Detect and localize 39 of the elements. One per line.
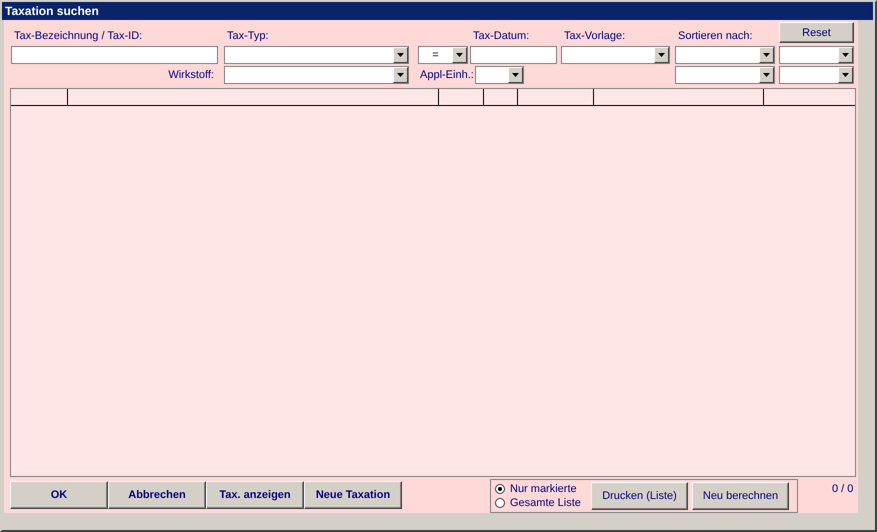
field-label: Wirkstoff: <box>168 69 215 81</box>
action-button[interactable]: Neue Taxation <box>304 481 402 509</box>
caret-icon <box>763 73 770 77</box>
field-label: Tax-Bezeichnung / Tax-ID: <box>13 30 142 42</box>
combo-box[interactable]: = <box>418 46 468 64</box>
print-button[interactable]: Drucken (Liste) <box>591 482 688 510</box>
field-label: Appl-Einh.: <box>420 69 475 81</box>
action-button[interactable]: Abbrechen <box>108 481 206 509</box>
operator-value: = <box>431 48 440 63</box>
field-label: Tax-Datum: <box>472 30 530 42</box>
combo-box[interactable] <box>675 66 775 84</box>
caret-icon <box>842 53 849 57</box>
caret-icon <box>397 53 404 57</box>
combo-box[interactable] <box>779 66 854 84</box>
action-button[interactable]: Tax. anzeigen <box>206 481 304 509</box>
caret-icon <box>397 73 404 77</box>
record-counter: 0 / 0 <box>832 483 854 495</box>
radio-label: Nur markierte <box>510 483 577 495</box>
radio-button[interactable] <box>495 484 505 494</box>
radio-label: Gesamte Liste <box>510 497 581 509</box>
caret-icon <box>456 53 463 57</box>
field-label: Tax-Typ: <box>226 30 269 42</box>
search-field[interactable] <box>11 46 218 64</box>
caret-icon <box>658 53 665 57</box>
combo-box[interactable] <box>475 66 524 84</box>
field-label: Sortieren nach: <box>677 30 753 42</box>
reset-button[interactable]: Reset <box>779 22 854 43</box>
combo-box[interactable] <box>675 46 775 64</box>
combo-box[interactable] <box>561 46 670 64</box>
combo-box[interactable] <box>779 46 854 64</box>
field-label: Tax-Vorlage: <box>563 30 626 42</box>
window-title: Taxation suchen <box>5 4 99 18</box>
print-button[interactable]: Neu berechnen <box>692 482 789 510</box>
caret-icon <box>763 53 770 57</box>
caret-icon <box>842 73 849 77</box>
caret-icon <box>512 73 519 77</box>
date-field[interactable] <box>470 46 557 64</box>
radio-button[interactable] <box>495 498 505 508</box>
action-button[interactable]: OK <box>10 481 108 509</box>
